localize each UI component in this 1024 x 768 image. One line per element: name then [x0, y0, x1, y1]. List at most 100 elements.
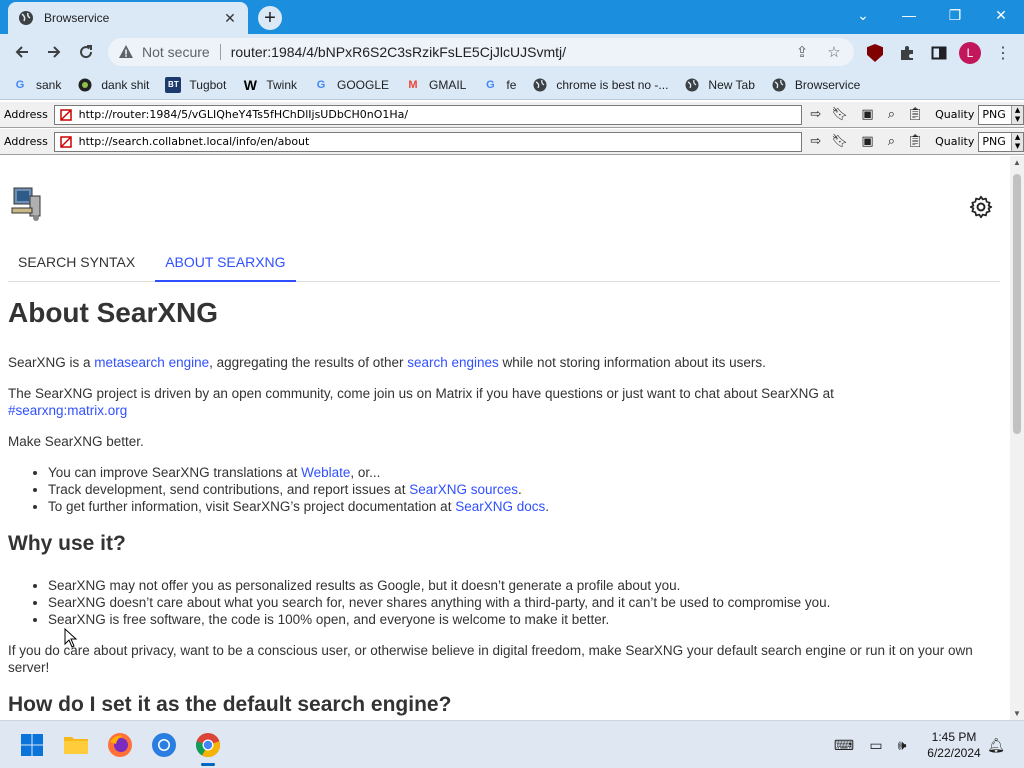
keyboard-icon[interactable]: ⌨ — [834, 735, 854, 755]
go-arrow-icon[interactable]: ⇨ — [806, 132, 826, 152]
weblate-link[interactable]: Weblate — [301, 465, 350, 480]
bookmark-chrome-is-best[interactable]: chrome is best no -... — [532, 77, 668, 93]
tab-search-icon[interactable]: ⌄ — [840, 0, 886, 30]
chromium-button[interactable] — [148, 729, 180, 761]
list-text: You can improve SearXNG translations at — [48, 465, 302, 480]
list-item: SearXNG doesn’t care about what you sear… — [48, 594, 1000, 611]
omnibox-separator — [219, 44, 221, 60]
list-item: You can improve SearXNG translations at … — [48, 464, 1000, 481]
google-icon: G — [486, 78, 495, 91]
new-tab-button[interactable]: + — [258, 6, 282, 30]
bookmark-label: GOOGLE — [337, 77, 390, 92]
bookmark-sank[interactable]: G sank — [12, 77, 62, 93]
bookmark-new-tab[interactable]: New Tab — [684, 77, 755, 93]
bookmark-fe[interactable]: G fe — [482, 77, 516, 93]
find-icon[interactable]: ⌕ — [881, 105, 901, 125]
close-tab-icon[interactable]: ✕ — [222, 10, 238, 27]
back-button[interactable] — [10, 40, 34, 64]
go-arrow-icon[interactable]: ⇨ — [806, 105, 826, 125]
no-security-icon — [59, 108, 72, 121]
address-input[interactable]: http://router:1984/5/vGLIQheY4Ts5fHChDlI… — [53, 104, 802, 125]
bookmarks-bar: G sank dank shit BT Tugbot W Twink G GOO… — [0, 70, 1024, 100]
page-scrollbar[interactable]: ▲ ▼ — [1010, 156, 1024, 720]
active-app-indicator — [201, 763, 215, 766]
side-panel-icon[interactable] — [928, 42, 950, 64]
google-icon: G — [15, 78, 25, 91]
extensions-icon[interactable] — [896, 42, 918, 64]
tab-search-syntax[interactable]: SEARCH SYNTAX — [8, 244, 145, 282]
ublock-origin-icon[interactable] — [864, 42, 886, 64]
searxng-logo-icon[interactable] — [10, 186, 44, 222]
volume-icon[interactable]: 🕪︎ — [892, 735, 912, 755]
tab-about-searxng[interactable]: ABOUT SEARXNG — [155, 244, 296, 282]
chrome-button[interactable] — [192, 729, 224, 761]
network-icon[interactable]: ▭ — [866, 735, 886, 755]
bookmark-browservice[interactable]: Browservice — [771, 77, 860, 93]
bookmark-star-icon[interactable]: ☆ — [822, 40, 846, 64]
bookmark-icon[interactable]: 🔖︎ — [830, 132, 850, 152]
not-secure-label[interactable]: Not secure — [142, 44, 210, 60]
restore-button[interactable]: ❐ — [932, 0, 978, 30]
bookmark-label: GMAIL — [429, 77, 467, 92]
tab-title: Browservice — [44, 11, 110, 25]
file-explorer-button[interactable] — [60, 729, 92, 761]
close-window-button[interactable]: ✕ — [978, 0, 1024, 30]
clock-date: 6/22/2024 — [927, 746, 981, 760]
bookmark-gmail[interactable]: M GMAIL — [405, 77, 466, 93]
forward-button[interactable] — [42, 40, 66, 64]
community-paragraph: The SearXNG project is driven by an open… — [8, 385, 1000, 419]
scroll-down-icon[interactable]: ▼ — [1013, 709, 1021, 718]
start-button[interactable] — [16, 729, 48, 761]
share-icon[interactable]: ⇪ — [790, 40, 814, 64]
arrow-right-icon — [48, 46, 61, 58]
quality-select[interactable]: PNG ▲ ▼ — [978, 104, 1024, 125]
why-heading: Why use it? — [8, 532, 126, 555]
address-input[interactable]: http://search.collabnet.local/info/en/ab… — [53, 131, 802, 152]
chrome-icon — [196, 733, 220, 757]
browser-tab[interactable]: Browservice ✕ — [8, 2, 248, 34]
notification-bell-icon[interactable]: 🔔︎ — [986, 735, 1006, 755]
searxng-about-page: SEARCH SYNTAX ABOUT SEARXNG About SearXN… — [0, 156, 1010, 720]
omnibox[interactable]: Not secure router:1984/4/bNPxR6S2C3sRzik… — [108, 38, 854, 66]
profile-avatar[interactable]: L — [959, 42, 981, 64]
gear-icon[interactable] — [968, 194, 994, 220]
chromium-icon — [152, 733, 176, 757]
search-engines-link[interactable]: search engines — [407, 355, 499, 370]
matrix-link[interactable]: #searxng:matrix.org — [8, 403, 127, 418]
quality-spinner-icon[interactable]: ▲ ▼ — [1011, 105, 1024, 124]
clipboard-icon[interactable]: 📋︎ — [905, 105, 925, 125]
address-label: Address — [4, 135, 48, 148]
address-bar-outer: Address http://router:1984/5/vGLIQheY4Ts… — [0, 102, 1024, 128]
intro-text: SearXNG is a — [8, 355, 95, 370]
metasearch-engine-link[interactable]: metasearch engine — [94, 355, 209, 370]
list-text: . — [545, 499, 550, 514]
bookmark-twink[interactable]: W Twink — [242, 77, 297, 93]
quality-value: PNG — [982, 108, 1006, 121]
find-icon[interactable]: ⌕ — [881, 132, 901, 152]
bookmark-dank-shit[interactable]: dank shit — [77, 77, 149, 93]
bookmark-label: Browservice — [794, 77, 861, 92]
bookmark-google[interactable]: G GOOGLE — [313, 77, 389, 93]
save-page-icon[interactable]: ▣ — [858, 105, 878, 125]
taskbar-clock[interactable]: 1:45 PM 6/22/2024 — [918, 729, 990, 761]
omnibox-url[interactable]: router:1984/4/bNPxR6S2C3sRzikFsLE5CjJlcU… — [231, 44, 790, 60]
bookmark-icon[interactable]: 🔖︎ — [830, 105, 850, 125]
reload-button[interactable] — [74, 40, 98, 64]
bt-icon: BT — [165, 76, 182, 93]
menu-kebab-icon[interactable]: ⋮ — [992, 42, 1014, 64]
browser-titlebar: Browservice ✕ + ⌄ — ❐ ✕ — [0, 0, 1024, 34]
quality-spinner-icon[interactable]: ▲ ▼ — [1011, 132, 1024, 151]
scroll-up-icon[interactable]: ▲ — [1013, 158, 1021, 167]
firefox-button[interactable] — [104, 729, 136, 761]
address-url: http://search.collabnet.local/info/en/ab… — [78, 135, 310, 148]
bookmark-label: Tugbot — [189, 77, 227, 92]
quality-select[interactable]: PNG ▲ ▼ — [978, 131, 1024, 152]
windows-logo-icon — [21, 734, 43, 756]
clipboard-icon[interactable]: 📋︎ — [905, 132, 925, 152]
searxng-docs-link[interactable]: SearXNG docs — [455, 499, 545, 514]
save-page-icon[interactable]: ▣ — [858, 132, 878, 152]
scrollbar-thumb[interactable] — [1013, 174, 1021, 434]
bookmark-tugbot[interactable]: BT Tugbot — [165, 76, 227, 93]
minimize-button[interactable]: — — [886, 0, 932, 30]
searxng-sources-link[interactable]: SearXNG sources — [409, 482, 518, 497]
